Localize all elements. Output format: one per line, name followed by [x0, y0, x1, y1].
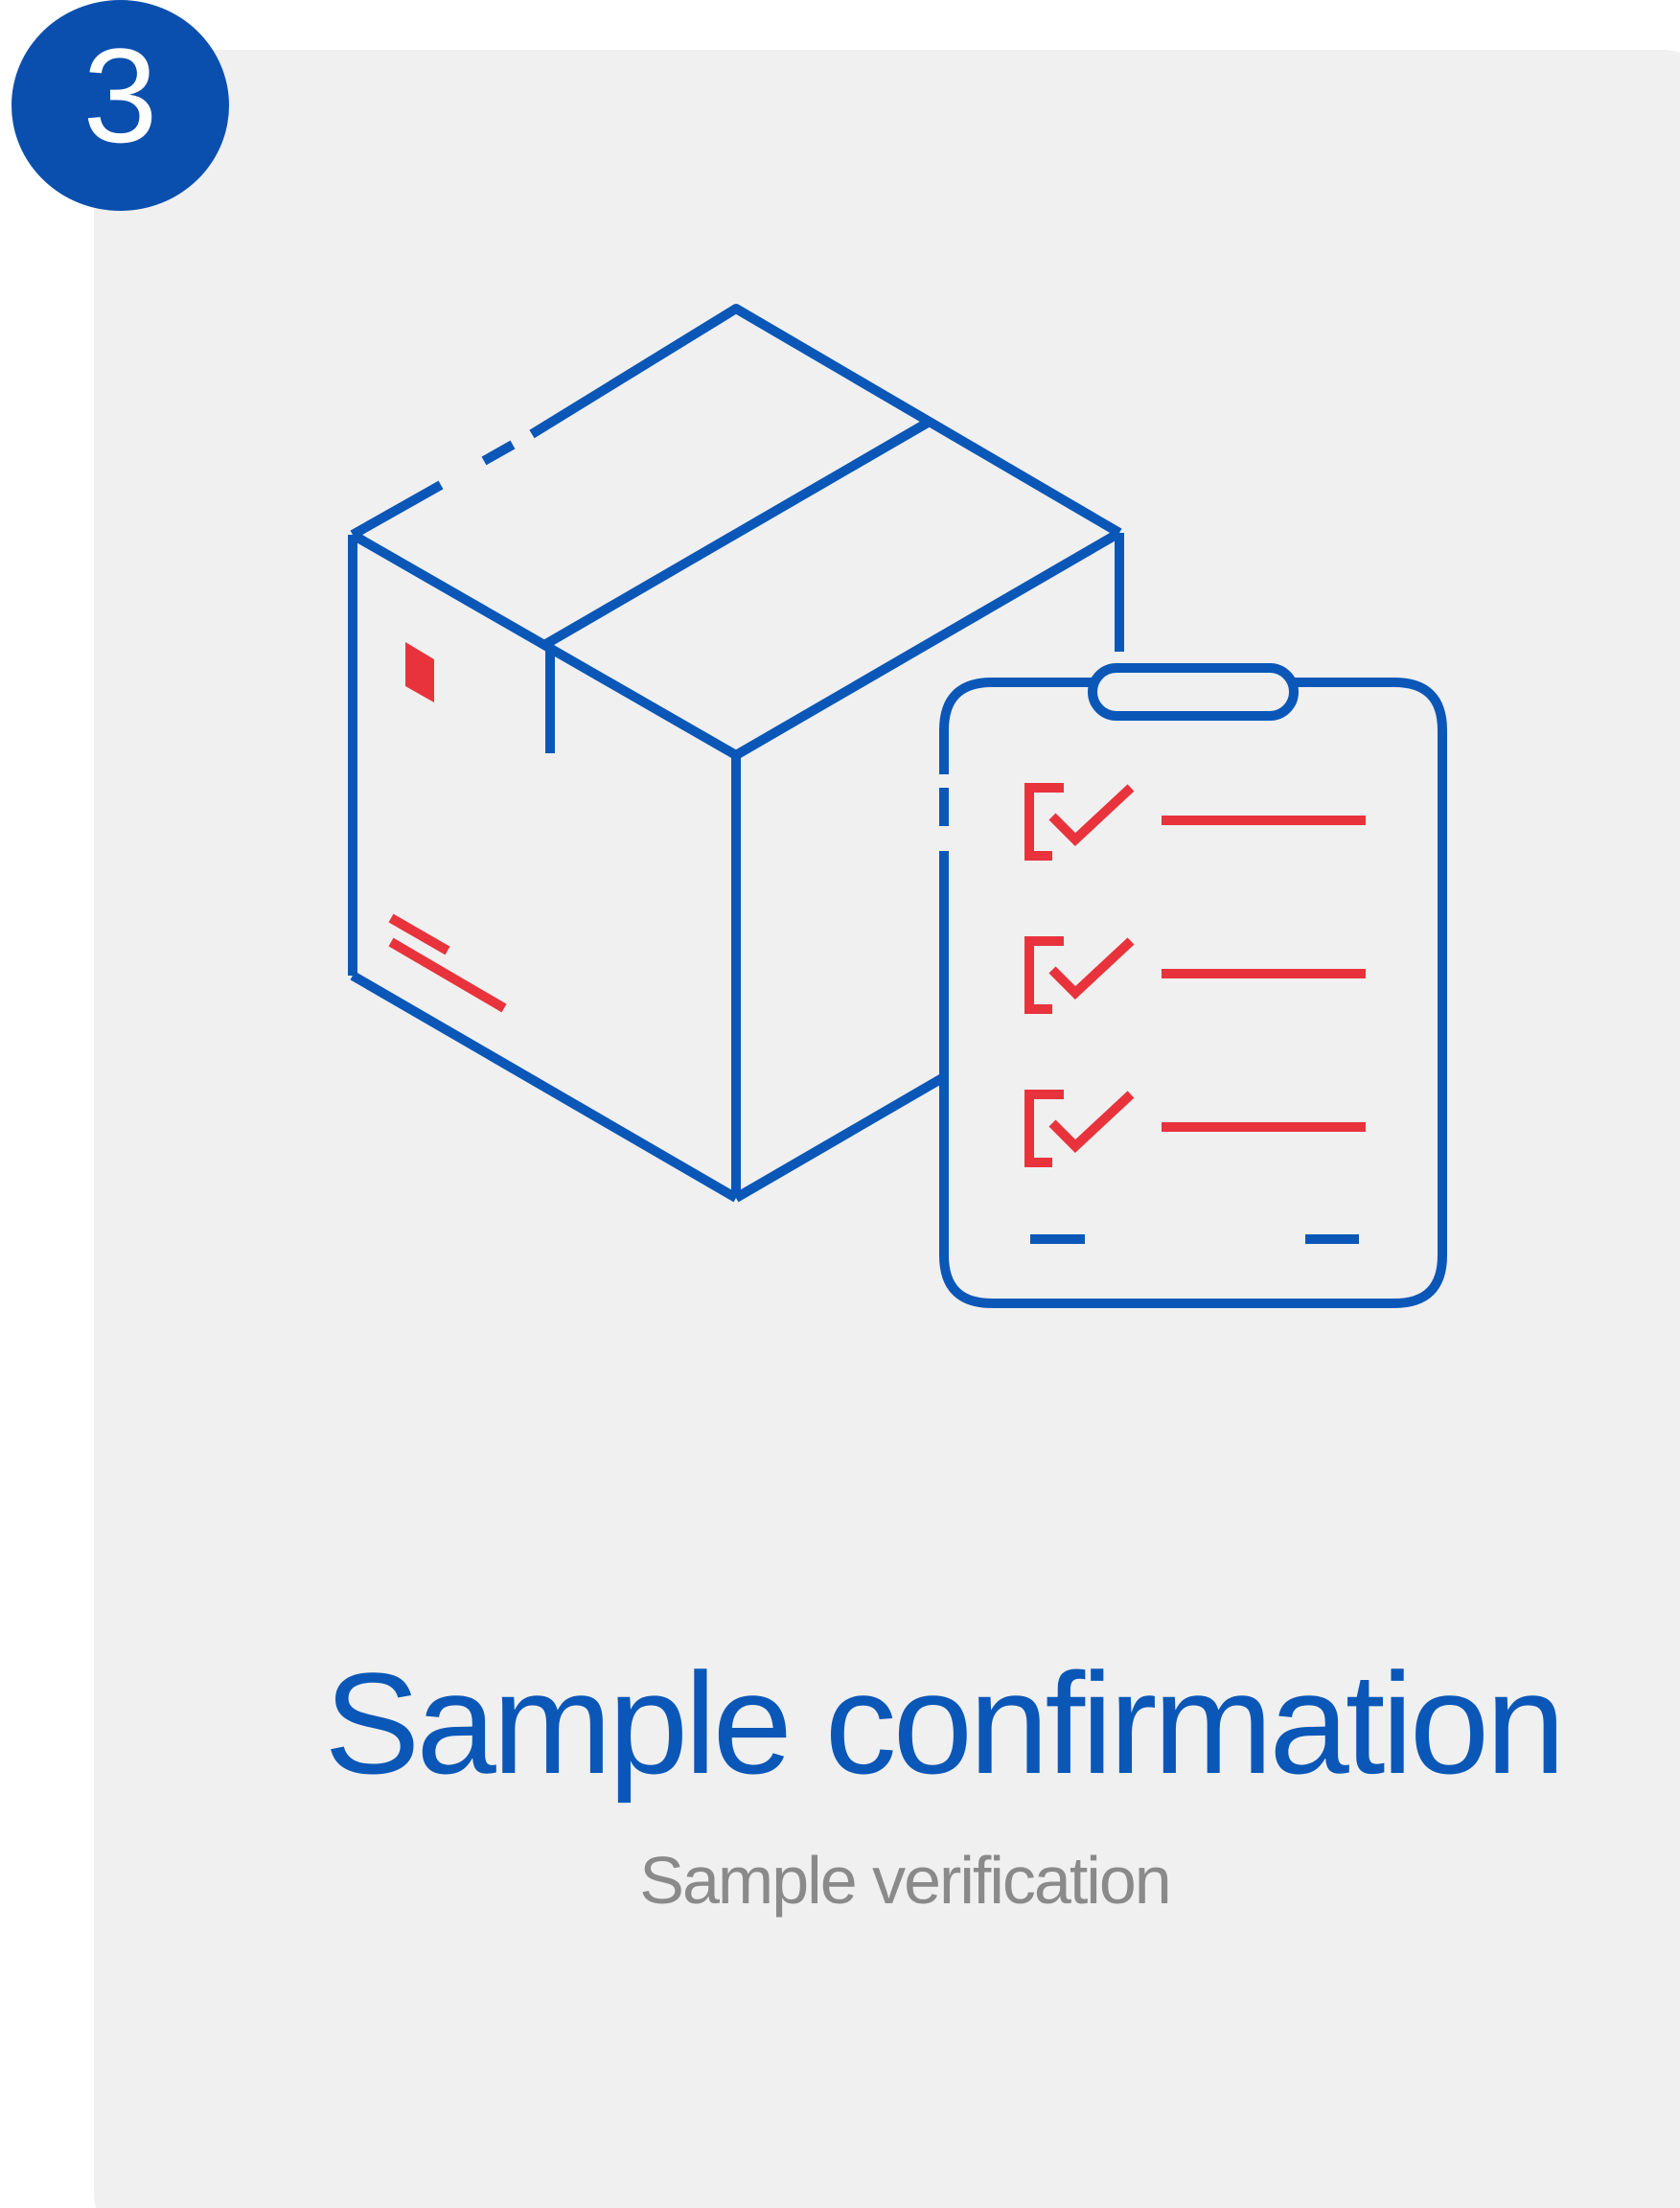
box-bottom-left-edge: [350, 971, 739, 1203]
clipboard-clip: [1088, 663, 1299, 721]
box-top-left-edge-dash: [481, 440, 516, 466]
box-bottom-right-edge: [733, 1072, 947, 1203]
box-label-line-2: [388, 937, 507, 1013]
step-number: 3: [82, 20, 158, 171]
box-fragile-label: [405, 642, 434, 702]
page: 3 Sample confirmation Sample verificatio…: [0, 0, 1680, 2208]
sample-confirmation-illustration: [348, 304, 1447, 1308]
box-tape-line: [541, 418, 931, 650]
box-top-back-edges: [529, 304, 1122, 538]
checklist-clipboard-icon: [939, 663, 1447, 1308]
box-top-left-edge-part: [350, 480, 444, 540]
card-subtitle: Sample verification: [639, 1843, 1171, 1918]
box-labels: [388, 642, 507, 1013]
card-title: Sample confirmation: [324, 1643, 1565, 1804]
step-number-badge: 3: [12, 0, 229, 211]
